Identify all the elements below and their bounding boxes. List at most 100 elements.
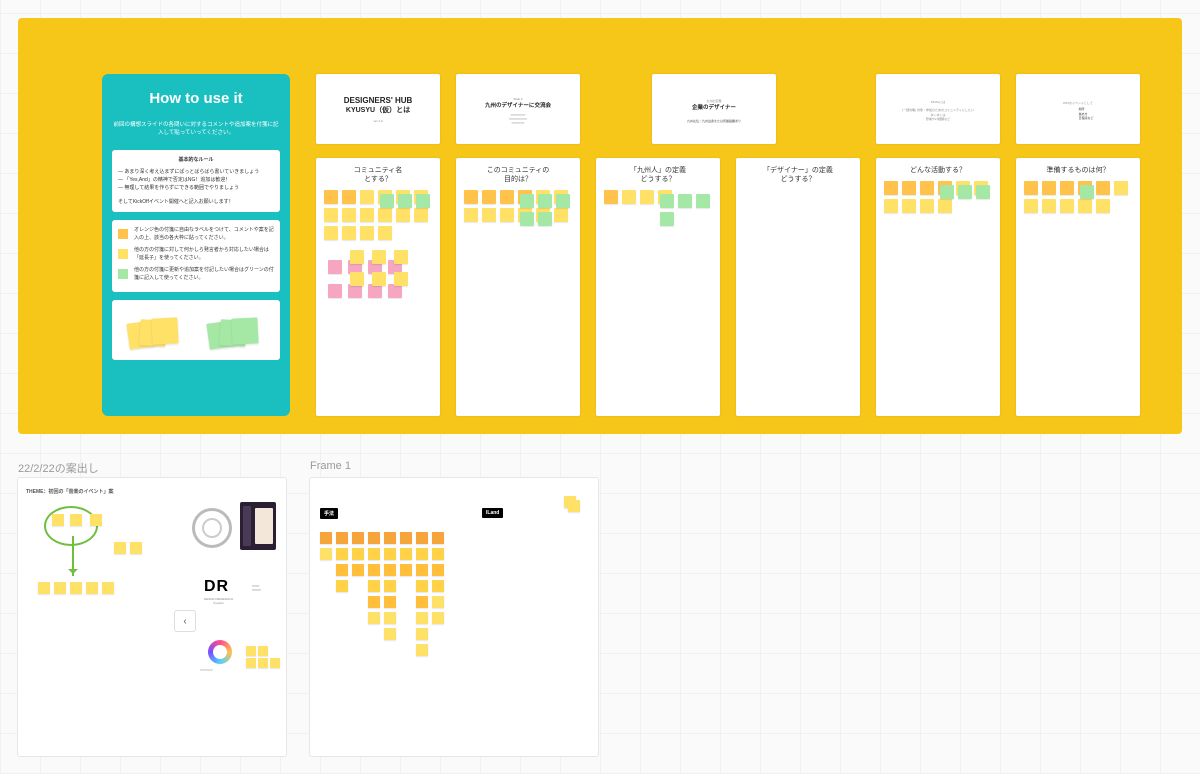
- yellow-board[interactable]: How to use it 前回の構想スライドの各問いに対するコメントや追加案を…: [18, 18, 1182, 434]
- frame-label-left[interactable]: 22/2/22の案出し: [18, 460, 99, 476]
- sticky-note[interactable]: [336, 564, 348, 576]
- sticky-note[interactable]: [1096, 181, 1110, 195]
- sticky-note[interactable]: [500, 190, 514, 204]
- sticky-note[interactable]: [258, 658, 268, 668]
- sticky-note[interactable]: [54, 582, 66, 594]
- frame-1[interactable]: 手法 ILand: [310, 478, 598, 756]
- sticky-note[interactable]: [416, 564, 428, 576]
- sticky-note[interactable]: [400, 548, 412, 560]
- sticky-note[interactable]: [342, 208, 356, 222]
- sticky-note[interactable]: [360, 190, 374, 204]
- sticky-note[interactable]: [384, 564, 396, 576]
- sticky-note[interactable]: [1080, 185, 1094, 199]
- sticky-note[interactable]: [538, 194, 552, 208]
- sticky-note[interactable]: [350, 272, 364, 286]
- sticky-note[interactable]: [482, 208, 496, 222]
- sticky-note[interactable]: [130, 542, 142, 554]
- sticky-note[interactable]: [52, 514, 64, 526]
- sticky-note[interactable]: [416, 194, 430, 208]
- sticky-note[interactable]: [1042, 181, 1056, 195]
- sticky-note[interactable]: [556, 194, 570, 208]
- sticky-note[interactable]: [396, 208, 410, 222]
- sticky-note[interactable]: [958, 185, 972, 199]
- sticky-note[interactable]: [432, 612, 444, 624]
- sticky-note[interactable]: [416, 596, 428, 608]
- slide-4[interactable]: FINALには (一部省略) 対象・参加のためのコミュニティにしたい ゆくゆくは…: [876, 74, 1000, 144]
- sticky-note[interactable]: [246, 658, 256, 668]
- sticky-note[interactable]: [432, 548, 444, 560]
- sticky-note[interactable]: [360, 226, 374, 240]
- slide-2[interactable]: Slide 2 九州のデザイナーに交流会 ━━━━━━━━━━━━━━━━━━━…: [456, 74, 580, 144]
- sticky-note[interactable]: [1096, 199, 1110, 213]
- sticky-note[interactable]: [384, 580, 396, 592]
- sticky-note[interactable]: [388, 284, 402, 298]
- sticky-note[interactable]: [342, 190, 356, 204]
- sticky-note[interactable]: [380, 194, 394, 208]
- sticky-note[interactable]: [1024, 199, 1038, 213]
- sticky-note[interactable]: [416, 548, 428, 560]
- sticky-note[interactable]: [336, 548, 348, 560]
- frame-22-2-22[interactable]: THEME：初回の「音楽のイベント」案 DR DESIGN RESEARCHKy…: [18, 478, 286, 756]
- sticky-note[interactable]: [352, 548, 364, 560]
- sticky-note[interactable]: [482, 190, 496, 204]
- sticky-note[interactable]: [432, 532, 444, 544]
- sticky-note[interactable]: [336, 580, 348, 592]
- sticky-note[interactable]: [324, 190, 338, 204]
- sticky-note[interactable]: [414, 208, 428, 222]
- sticky-note[interactable]: [368, 532, 380, 544]
- chevron-left-button[interactable]: ‹: [174, 610, 196, 632]
- sticky-note[interactable]: [324, 226, 338, 240]
- sticky-note[interactable]: [246, 646, 256, 656]
- sticky-note[interactable]: [400, 532, 412, 544]
- sticky-note[interactable]: [258, 646, 268, 656]
- green-sticky-stack[interactable]: [208, 316, 264, 352]
- sticky-note[interactable]: [320, 532, 332, 544]
- sticky-note[interactable]: [394, 272, 408, 286]
- sticky-note[interactable]: [1042, 199, 1056, 213]
- sticky-note[interactable]: [368, 284, 382, 298]
- sticky-note[interactable]: [372, 272, 386, 286]
- sticky-note[interactable]: [360, 208, 374, 222]
- tag-black[interactable]: ILand: [482, 508, 503, 518]
- sticky-note[interactable]: [114, 542, 126, 554]
- sticky-note[interactable]: [432, 564, 444, 576]
- sticky-note[interactable]: [678, 194, 692, 208]
- sticky-note[interactable]: [372, 250, 386, 264]
- sticky-note[interactable]: [416, 628, 428, 640]
- sticky-note[interactable]: [920, 199, 934, 213]
- sticky-note[interactable]: [660, 212, 674, 226]
- sticky-note[interactable]: [342, 226, 356, 240]
- question-column[interactable]: コミュニティ名とする？: [316, 158, 440, 416]
- sticky-note[interactable]: [384, 596, 396, 608]
- sticky-note[interactable]: [640, 190, 654, 204]
- sticky-note[interactable]: [416, 580, 428, 592]
- question-column[interactable]: どんな活動する？: [876, 158, 1000, 416]
- yellow-sticky-stack[interactable]: [128, 316, 184, 352]
- sticky-note[interactable]: [604, 190, 618, 204]
- sticky-note[interactable]: [384, 532, 396, 544]
- sticky-note[interactable]: [938, 199, 952, 213]
- sticky-note[interactable]: [336, 532, 348, 544]
- sticky-note[interactable]: [350, 250, 364, 264]
- sticky-note[interactable]: [884, 199, 898, 213]
- tag-black[interactable]: 手法: [320, 508, 338, 519]
- sticky-note[interactable]: [400, 564, 412, 576]
- sticky-note[interactable]: [378, 208, 392, 222]
- sticky-note[interactable]: [378, 226, 392, 240]
- sticky-note[interactable]: [1114, 181, 1128, 195]
- sticky-note[interactable]: [368, 548, 380, 560]
- sticky-note[interactable]: [328, 260, 342, 274]
- sticky-note[interactable]: [352, 564, 364, 576]
- sticky-note[interactable]: [70, 582, 82, 594]
- sticky-note[interactable]: [432, 596, 444, 608]
- sticky-note[interactable]: [568, 500, 580, 512]
- sticky-note[interactable]: [920, 181, 934, 195]
- sticky-note[interactable]: [464, 208, 478, 222]
- slide-5[interactable]: PRJのイベントとして 場所 進め方 日程感など: [1016, 74, 1140, 144]
- sticky-note[interactable]: [902, 199, 916, 213]
- sticky-note[interactable]: [538, 212, 552, 226]
- sticky-note[interactable]: [884, 181, 898, 195]
- sticky-note[interactable]: [384, 628, 396, 640]
- sticky-note[interactable]: [368, 580, 380, 592]
- sticky-note[interactable]: [1060, 199, 1074, 213]
